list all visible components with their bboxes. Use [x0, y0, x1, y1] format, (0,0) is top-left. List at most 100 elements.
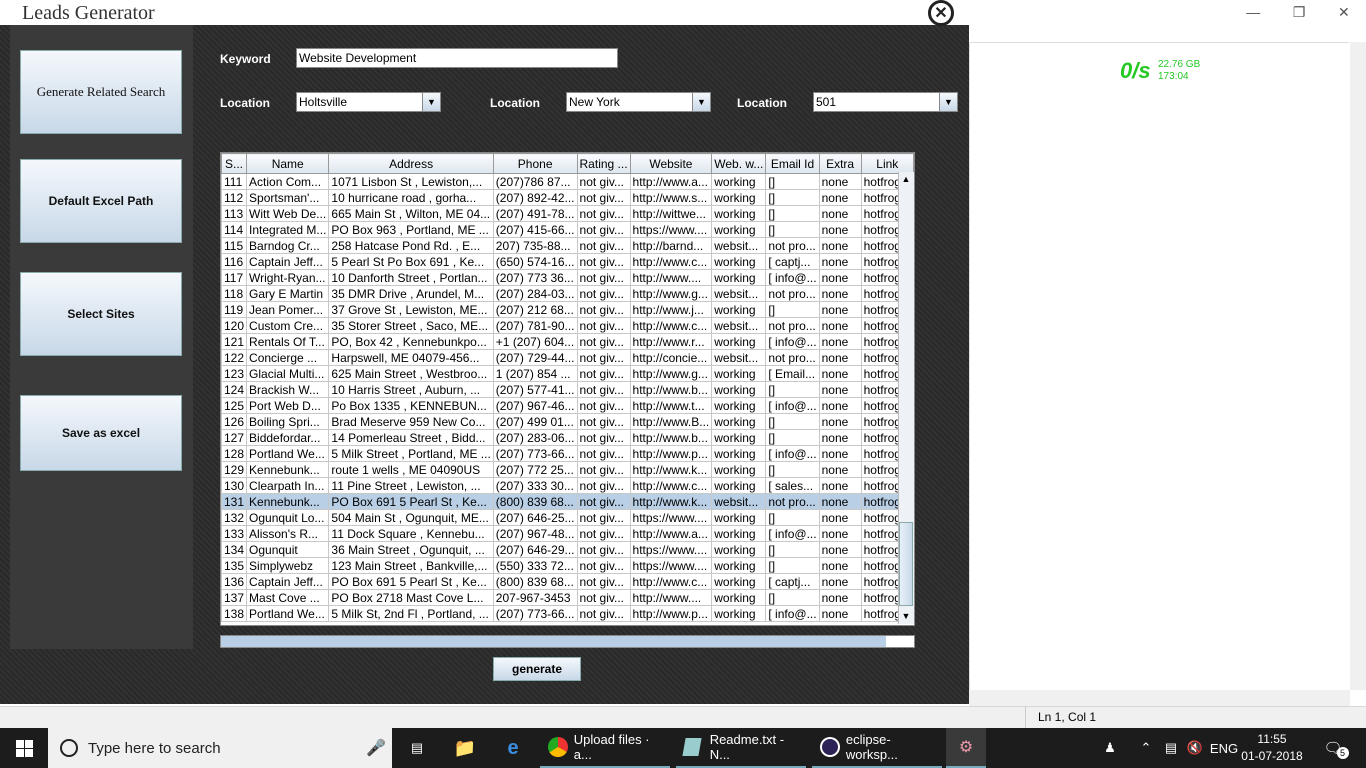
table-cell[interactable]: working [711, 413, 767, 430]
table-row[interactable]: 116 Captain Jeff... 5 Pearl St Po Box 691 … [221, 253, 914, 270]
location-select-3[interactable]: 501 ▼ [813, 92, 958, 112]
table-cell[interactable]: websit... [711, 349, 767, 366]
table-cell[interactable]: [] [765, 221, 820, 238]
table-cell[interactable]: 207-967-3453 [492, 589, 578, 606]
table-cell[interactable]: Integrated M... [246, 221, 330, 238]
clock[interactable]: 11:55 01-07-2018 [1240, 731, 1304, 765]
table-cell[interactable]: (550) 333 72... [492, 557, 578, 574]
table-cell[interactable]: 258 Hatcase Pond Rd. , E... [328, 237, 494, 254]
table-cell[interactable]: not giv... [576, 221, 631, 238]
table-cell[interactable]: Concierge ... [246, 349, 330, 366]
table-cell[interactable]: 132 [221, 509, 248, 526]
table-cell[interactable]: working [711, 253, 767, 270]
table-cell[interactable]: http://www.a... [629, 525, 713, 542]
taskbar-search[interactable]: Type here to search 🎤 [48, 728, 392, 768]
network-icon[interactable]: ▤ [1160, 728, 1182, 768]
table-cell[interactable]: (207) 212 68... [492, 301, 578, 318]
table-cell[interactable]: https://www.... [629, 221, 713, 238]
editor-vertical-scrollbar[interactable] [1350, 42, 1366, 690]
table-cell[interactable]: Gary E Martin [246, 285, 330, 302]
table-cell[interactable]: 1 (207) 854 ... [492, 365, 578, 382]
table-cell[interactable]: Clearpath In... [246, 477, 330, 494]
table-cell[interactable]: not giv... [576, 541, 631, 558]
table-cell[interactable]: http://barnd... [629, 237, 713, 254]
table-cell[interactable]: (207) 577-41... [492, 381, 578, 398]
table-cell[interactable]: 120 [221, 317, 248, 334]
table-row[interactable]: 113 Witt Web De... 665 Main St , Wilton, M… [221, 205, 914, 222]
table-cell[interactable]: working [711, 445, 767, 462]
table-cell[interactable]: Port Web D... [246, 397, 330, 414]
location-select-1[interactable]: Holtsville ▼ [296, 92, 441, 112]
table-cell[interactable]: Portland We... [246, 445, 330, 462]
table-cell[interactable]: not giv... [576, 269, 631, 286]
table-cell[interactable]: none [818, 461, 862, 478]
table-cell[interactable]: Kennebunk... [246, 461, 330, 478]
scrollbar-thumb[interactable] [899, 522, 913, 606]
table-cell[interactable]: none [818, 221, 862, 238]
table-cell[interactable]: 130 [221, 477, 248, 494]
table-cell[interactable]: Sportsman'... [246, 189, 330, 206]
java-app-icon[interactable]: ⚙ [946, 728, 986, 768]
table-cell[interactable]: 10 Danforth Street , Portlan... [328, 269, 494, 286]
table-cell[interactable]: 135 [221, 557, 248, 574]
minimize-icon[interactable]: — [1246, 4, 1260, 20]
table-cell[interactable]: working [711, 333, 767, 350]
table-cell[interactable]: 123 [221, 365, 248, 382]
table-cell[interactable]: [] [765, 557, 820, 574]
chevron-down-icon[interactable]: ▼ [422, 93, 440, 111]
table-cell[interactable]: working [711, 525, 767, 542]
table-cell[interactable]: http://www.b... [629, 381, 713, 398]
table-cell[interactable]: 14 Pomerleau Street , Bidd... [328, 429, 494, 446]
table-cell[interactable]: not giv... [576, 525, 631, 542]
table-cell[interactable]: [ Email... [765, 365, 820, 382]
table-cell[interactable]: PO, Box 42 , Kennebunkpo... [328, 333, 494, 350]
table-cell[interactable]: route 1 wells , ME 04090US [328, 461, 494, 478]
people-icon[interactable]: ♟ [1098, 728, 1122, 768]
chevron-down-icon[interactable]: ▼ [939, 93, 957, 111]
table-cell[interactable]: [ info@... [765, 525, 820, 542]
microphone-icon[interactable]: 🎤 [366, 738, 386, 758]
table-cell[interactable]: (207) 333 30... [492, 477, 578, 494]
table-cell[interactable]: Jean Pomer... [246, 301, 330, 318]
start-button[interactable] [0, 728, 48, 768]
table-cell[interactable]: working [711, 509, 767, 526]
table-cell[interactable]: 35 DMR Drive , Arundel, M... [328, 285, 494, 302]
column-header[interactable]: Email Id [765, 153, 820, 174]
table-cell[interactable]: Ogunquit Lo... [246, 509, 330, 526]
table-cell[interactable]: 5 Milk St, 2nd Fl , Portland, ... [328, 605, 494, 622]
column-header[interactable]: Extra [818, 153, 862, 174]
table-cell[interactable]: Brad Meserve 959 New Co... [328, 413, 494, 430]
generate-related-search-button[interactable]: Generate Related Search [20, 50, 182, 134]
table-cell[interactable]: (207) 772 25... [492, 461, 578, 478]
table-cell[interactable]: 133 [221, 525, 248, 542]
table-cell[interactable]: [ info@... [765, 333, 820, 350]
table-cell[interactable]: not giv... [576, 237, 631, 254]
table-cell[interactable]: not giv... [576, 605, 631, 622]
table-cell[interactable]: 134 [221, 541, 248, 558]
table-cell[interactable]: not pro... [765, 237, 820, 254]
table-cell[interactable]: not giv... [576, 557, 631, 574]
table-cell[interactable]: (207) 967-46... [492, 397, 578, 414]
table-cell[interactable]: https://www.... [629, 509, 713, 526]
table-cell[interactable]: 207) 735-88... [492, 237, 578, 254]
table-cell[interactable]: http://www.c... [629, 573, 713, 590]
table-cell[interactable]: not giv... [576, 253, 631, 270]
notification-icon[interactable]: 🗨 5 [1318, 728, 1354, 768]
table-cell[interactable]: none [818, 525, 862, 542]
table-cell[interactable]: (207) 773-66... [492, 605, 578, 622]
table-row[interactable]: 120 Custom Cre... 35 Storer Street , Saco,… [221, 317, 914, 334]
table-cell[interactable]: Po Box 1335 , KENNEBUN... [328, 397, 494, 414]
table-cell[interactable]: (207) 415-66... [492, 221, 578, 238]
table-cell[interactable]: [] [765, 429, 820, 446]
table-cell[interactable]: (207) 773 36... [492, 269, 578, 286]
table-cell[interactable]: none [818, 333, 862, 350]
table-cell[interactable]: PO Box 2718 Mast Cove L... [328, 589, 494, 606]
table-cell[interactable]: 116 [221, 253, 248, 270]
table-cell[interactable]: (207) 773-66... [492, 445, 578, 462]
table-cell[interactable]: not giv... [576, 573, 631, 590]
table-cell[interactable]: http://www.c... [629, 477, 713, 494]
table-cell[interactable]: working [711, 573, 767, 590]
chevron-up-icon[interactable]: ⌃ [1136, 728, 1156, 768]
table-cell[interactable]: none [818, 573, 862, 590]
table-cell[interactable]: [ sales... [765, 477, 820, 494]
